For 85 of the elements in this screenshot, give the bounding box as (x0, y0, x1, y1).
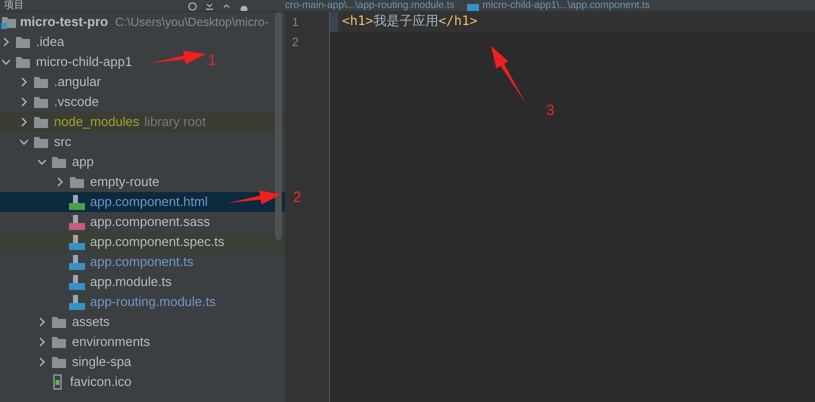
chevron-icon[interactable] (38, 357, 46, 367)
folder-icon (51, 156, 67, 168)
annotation-number: 2 (293, 189, 302, 206)
item-label: single-spa (72, 353, 132, 372)
item-label: app (72, 153, 94, 172)
folder-icon (69, 176, 85, 188)
folder-icon (51, 356, 67, 368)
collapse-icon[interactable] (205, 4, 214, 11)
file-icon (69, 194, 85, 210)
tree-item[interactable]: .vscode (0, 92, 99, 112)
item-label: app.component.spec.ts (90, 233, 224, 252)
tree-item[interactable]: app.component.sass (0, 212, 210, 232)
chevron-icon[interactable] (38, 157, 46, 167)
tree-item[interactable]: app.module.ts (0, 272, 172, 292)
folder-icon (33, 136, 49, 148)
folder-icon (33, 96, 49, 108)
item-label: app.module.ts (90, 273, 172, 292)
editor-tab[interactable]: micro-child-app1\...\app.component.ts (466, 1, 650, 11)
item-label: assets (72, 313, 110, 332)
editor-tab[interactable]: cro-main-app\...\app-routing.module.ts (285, 1, 455, 11)
item-label: node_modules (54, 113, 140, 132)
item-label: app.component.sass (90, 213, 210, 232)
tree-item[interactable]: app (0, 152, 94, 172)
tree-item[interactable]: src (0, 132, 72, 152)
tree-item[interactable]: assets (0, 312, 110, 332)
file-icon (69, 234, 85, 250)
chevron-icon[interactable] (56, 177, 64, 187)
annotation-number: 3 (546, 102, 554, 119)
item-label: app.component.html (90, 193, 208, 212)
project-path: C:\Users\you\Desktop\micro- (115, 14, 268, 31)
chevron-icon[interactable] (20, 117, 28, 127)
file-icon (69, 294, 85, 310)
folder-icon (33, 116, 49, 128)
item-label: app.component.ts (90, 253, 194, 272)
file-icon (69, 214, 85, 230)
annotation-arrow (150, 50, 206, 64)
tree-item[interactable]: node_modules library root (0, 112, 285, 132)
tree-item[interactable]: micro-child-app1 (0, 52, 132, 72)
chevron-icon[interactable] (38, 317, 46, 327)
project-name: micro-test-pro (20, 13, 108, 32)
folder-icon (51, 316, 67, 328)
item-note: library root (144, 113, 206, 132)
chevron-icon[interactable] (20, 77, 28, 87)
line-number: 2 (292, 34, 299, 51)
tree-item[interactable]: empty-route (0, 172, 160, 192)
item-label: .angular (54, 73, 101, 92)
annotation-arrow (491, 46, 526, 104)
annotation-arrow (228, 190, 282, 205)
file-icon (69, 274, 85, 290)
expand-icon[interactable] (222, 4, 231, 11)
item-label: empty-route (90, 173, 160, 192)
folder-icon (33, 76, 49, 88)
chevron-icon[interactable] (2, 37, 10, 47)
chevron-icon[interactable] (2, 57, 10, 67)
item-label: app-routing.module.ts (90, 293, 216, 312)
annotation-number: 1 (208, 52, 216, 69)
chevron-icon[interactable] (20, 137, 28, 147)
chevron-icon[interactable] (38, 337, 46, 347)
item-label: .vscode (54, 93, 99, 112)
tree-item[interactable]: app.component.ts (0, 252, 194, 272)
folder-icon (15, 36, 31, 48)
tree-item[interactable]: .idea (0, 32, 64, 52)
tree-item[interactable]: app-routing.module.ts (0, 292, 216, 312)
item-label: micro-child-app1 (36, 53, 132, 72)
file-icon (69, 254, 85, 270)
item-label: .idea (36, 33, 64, 52)
line-number: 1 (292, 14, 299, 31)
tree-item[interactable]: app.component.spec.ts (0, 232, 285, 252)
code-line: <h1>我是子应用</h1> (342, 13, 478, 32)
scrollbar[interactable] (275, 12, 282, 240)
item-label: favicon.ico (70, 373, 132, 392)
item-label: environments (72, 333, 150, 352)
tree-item[interactable]: micro-test-pro C:\Users\you\Desktop\micro- (0, 12, 268, 32)
file-icon (466, 4, 479, 11)
tree-item[interactable]: app.component.html (0, 192, 285, 212)
tree-item[interactable]: single-spa (0, 352, 132, 372)
folder-icon (1, 16, 17, 28)
folder-icon (15, 56, 31, 68)
panel-title: 项目 (4, 1, 24, 11)
tree-item[interactable]: environments (0, 332, 150, 352)
tree-item[interactable]: .angular (0, 72, 101, 92)
folder-icon (51, 336, 67, 348)
item-label: src (54, 133, 72, 152)
chevron-icon[interactable] (20, 97, 28, 107)
tree-item[interactable]: favicon.ico (0, 372, 132, 392)
